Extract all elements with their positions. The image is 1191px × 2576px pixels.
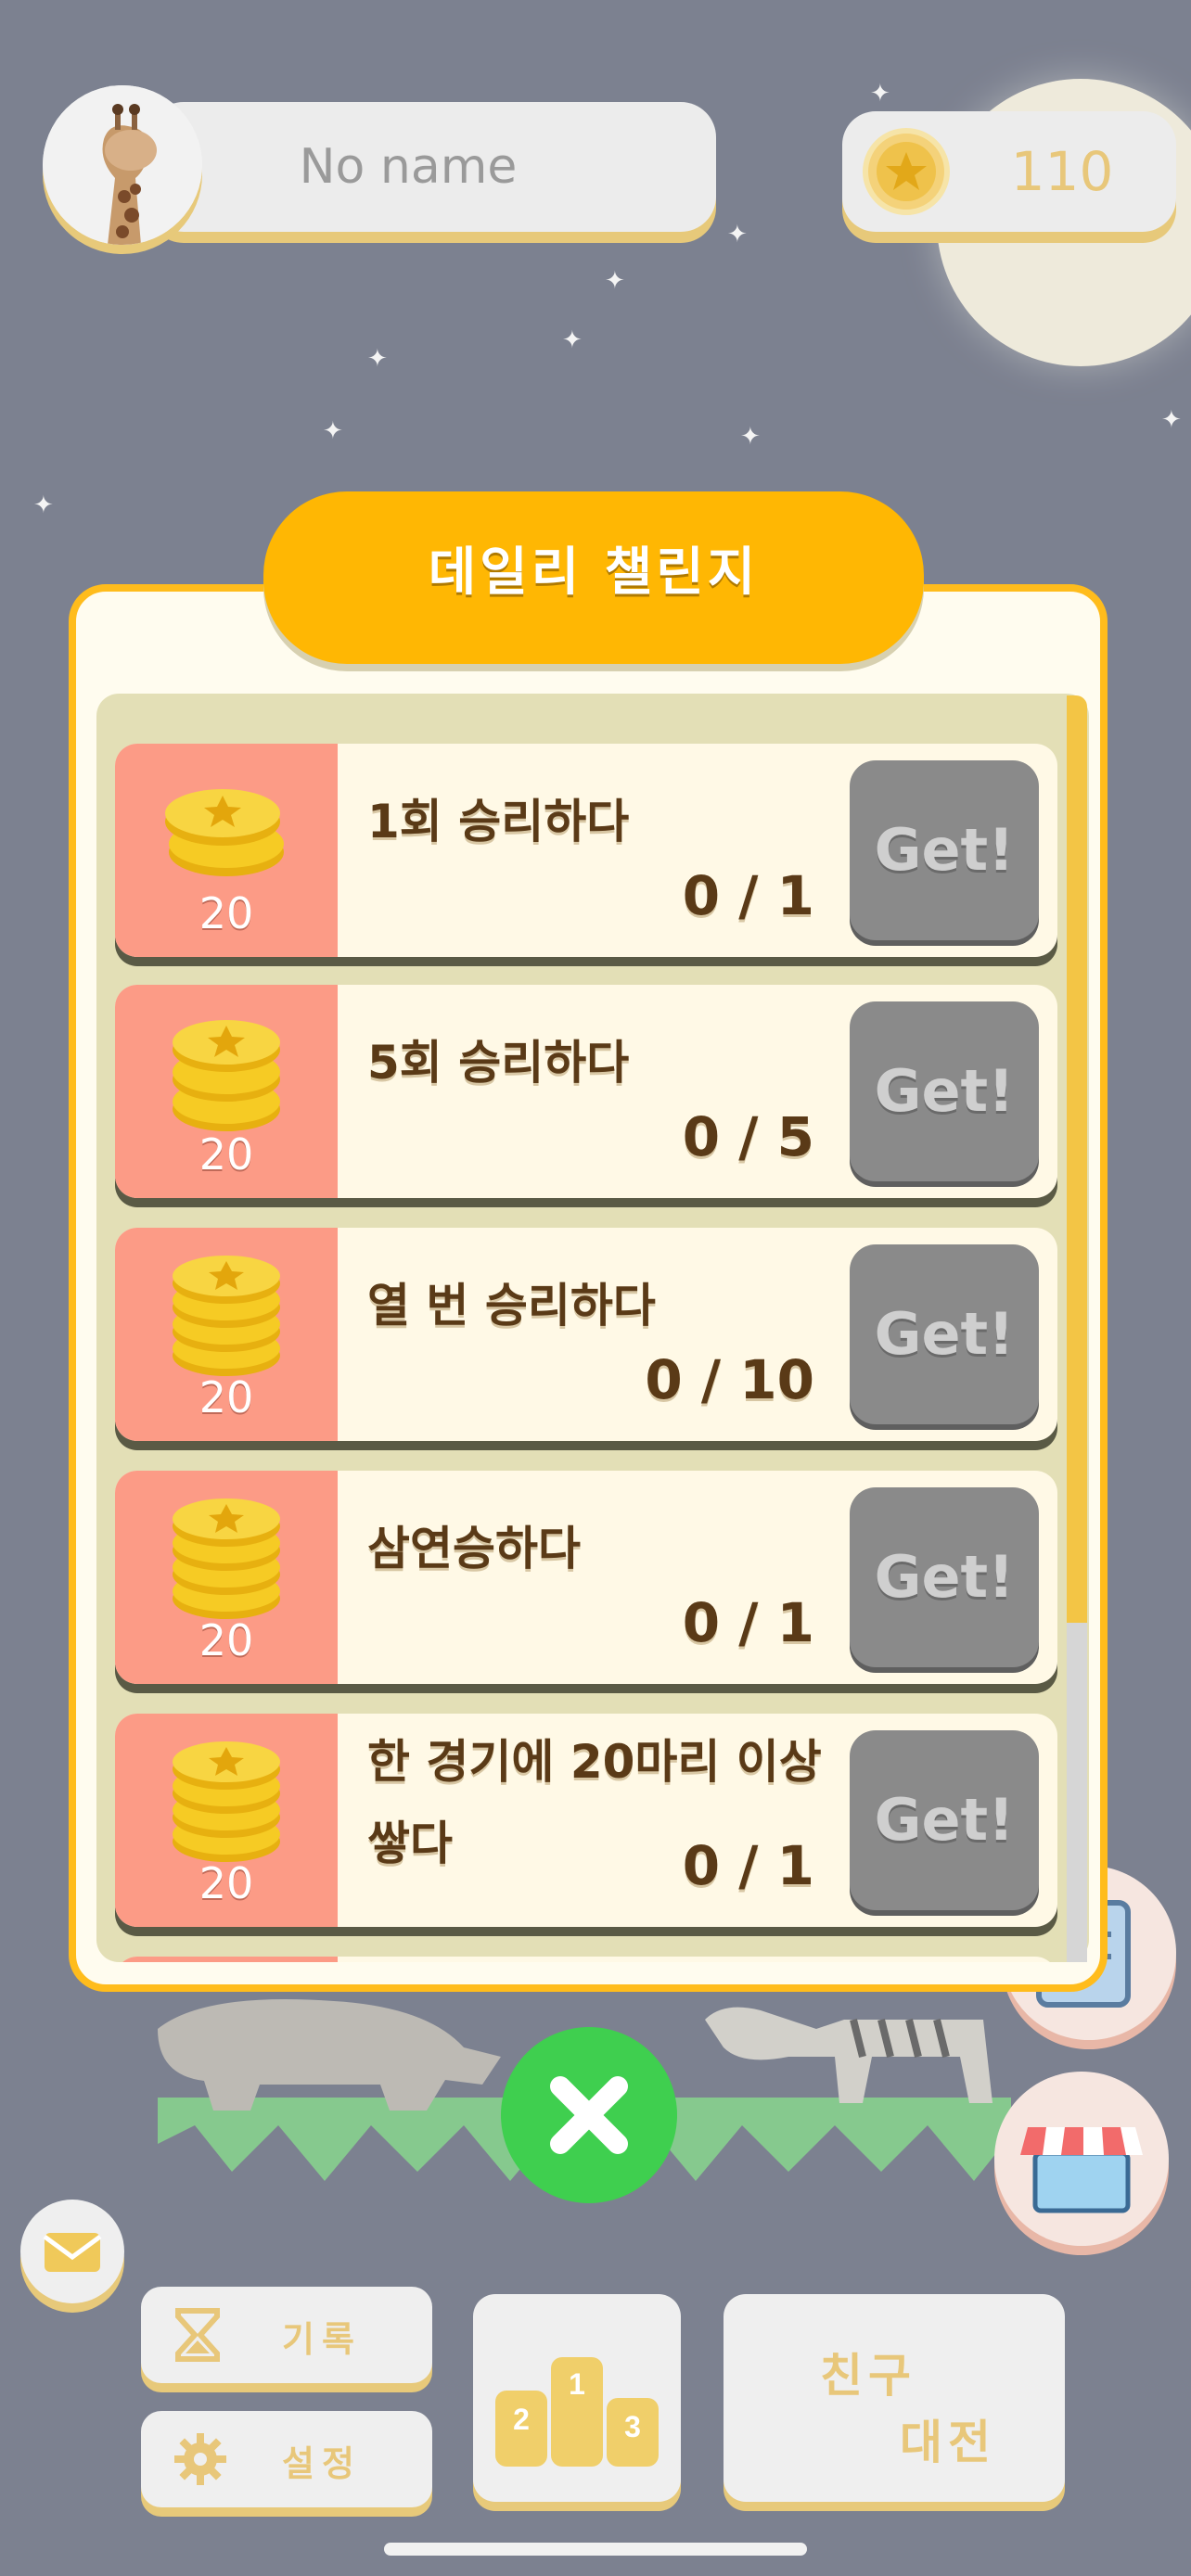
- gear-icon: [174, 2433, 226, 2485]
- reward-amount: 20: [198, 888, 254, 938]
- reward-amount: 20: [198, 1858, 254, 1908]
- challenge-row-partial: [115, 1957, 1057, 1962]
- mail-button[interactable]: [20, 2200, 124, 2303]
- reward-cell: [115, 1957, 338, 1962]
- list-scrollbar-track[interactable]: [1067, 1623, 1087, 1962]
- podium-icon: 2 1 3: [495, 2357, 659, 2467]
- coin-count: 110: [1010, 140, 1114, 203]
- history-label: 기록: [282, 2319, 362, 2360]
- challenge-progress: 0 / 1: [682, 864, 814, 927]
- settings-label: 설정: [282, 2443, 362, 2484]
- challenge-progress: 0 / 1: [682, 1834, 814, 1897]
- friend-match-label-line1: 친구: [820, 2349, 916, 2403]
- friend-match-label-line2: 대전: [900, 2416, 996, 2469]
- star-decoration: ✦: [562, 326, 583, 354]
- coin-stack-icon: [173, 1741, 280, 1862]
- challenge-label: 삼연승하다: [367, 1522, 581, 1575]
- zebra-silhouette: [705, 2007, 992, 2103]
- reward-cell: 20: [115, 744, 338, 957]
- star-decoration: ✦: [323, 417, 343, 445]
- star-decoration: ✦: [605, 267, 625, 295]
- challenge-row: 20 한 경기에 20마리 이상 쌓다 0 / 1 Get!: [115, 1714, 1057, 1927]
- challenge-row: 20 1회 승리하다 0 / 1 Get!: [115, 744, 1057, 957]
- close-icon: [550, 2076, 628, 2154]
- challenge-progress: 0 / 1: [682, 1591, 814, 1654]
- star-decoration: ✦: [740, 423, 761, 451]
- challenge-row: 20 5회 승리하다 0 / 5 Get!: [115, 985, 1057, 1198]
- star-decoration: ✦: [33, 491, 54, 519]
- profile-name: No name: [299, 139, 518, 195]
- coin-stack-icon: [173, 1020, 280, 1131]
- get-reward-button[interactable]: Get!: [850, 1001, 1039, 1181]
- coin-stack-icon: [165, 789, 284, 876]
- challenge-label: 1회 승리하다: [367, 795, 630, 848]
- get-reward-button[interactable]: Get!: [850, 1487, 1039, 1667]
- close-button[interactable]: [501, 2027, 677, 2203]
- star-decoration: ✦: [367, 345, 388, 373]
- coin-stack-icon: [173, 1256, 280, 1376]
- shop-icon: [1020, 2127, 1143, 2213]
- mail-icon: [43, 2233, 102, 2272]
- list-scrollbar-thumb[interactable]: [1067, 695, 1087, 1623]
- star-decoration: ✦: [870, 80, 890, 108]
- challenge-progress: 0 / 10: [645, 1348, 814, 1411]
- get-reward-button[interactable]: Get!: [850, 760, 1039, 940]
- svg-text:2: 2: [513, 2403, 530, 2436]
- challenge-label: 열 번 승리하다: [367, 1279, 656, 1333]
- reward-cell: 20: [115, 1714, 338, 1927]
- ranking-button[interactable]: 2 1 3: [473, 2294, 681, 2502]
- settings-button[interactable]: 설정: [141, 2411, 432, 2507]
- svg-text:3: 3: [624, 2410, 641, 2443]
- shop-button[interactable]: [994, 2072, 1169, 2246]
- friend-match-button[interactable]: 친구 대전: [724, 2294, 1065, 2502]
- history-button[interactable]: 기록: [141, 2287, 432, 2383]
- get-reward-button[interactable]: Get!: [850, 1244, 1039, 1424]
- rhino-silhouette: [158, 1999, 501, 2111]
- reward-amount: 20: [198, 1615, 254, 1665]
- hourglass-icon: [175, 2308, 220, 2362]
- reward-cell: 20: [115, 1471, 338, 1684]
- svg-text:1: 1: [569, 2367, 585, 2401]
- challenge-label: 5회 승리하다: [367, 1036, 630, 1090]
- star-coin-icon: [863, 128, 950, 215]
- coin-stack-icon: [173, 1498, 280, 1619]
- giraffe-icon[interactable]: [43, 85, 202, 245]
- get-reward-button[interactable]: Get!: [850, 1730, 1039, 1910]
- reward-cell: 20: [115, 985, 338, 1198]
- home-indicator[interactable]: [384, 2543, 807, 2556]
- star-decoration: ✦: [1161, 406, 1182, 434]
- challenge-row: 20 열 번 승리하다 0 / 10 Get!: [115, 1228, 1057, 1441]
- challenge-list[interactable]: 20 1회 승리하다 0 / 1 Get! 20 5회 승리하다 0 / 5 G…: [96, 694, 1089, 1962]
- challenge-row: 20 삼연승하다 0 / 1 Get!: [115, 1471, 1057, 1684]
- panel-title: 데일리 챌린지: [428, 542, 760, 603]
- reward-cell: 20: [115, 1228, 338, 1441]
- challenge-progress: 0 / 5: [682, 1105, 814, 1168]
- star-decoration: ✦: [727, 221, 748, 249]
- reward-amount: 20: [198, 1129, 254, 1180]
- reward-amount: 20: [198, 1372, 254, 1422]
